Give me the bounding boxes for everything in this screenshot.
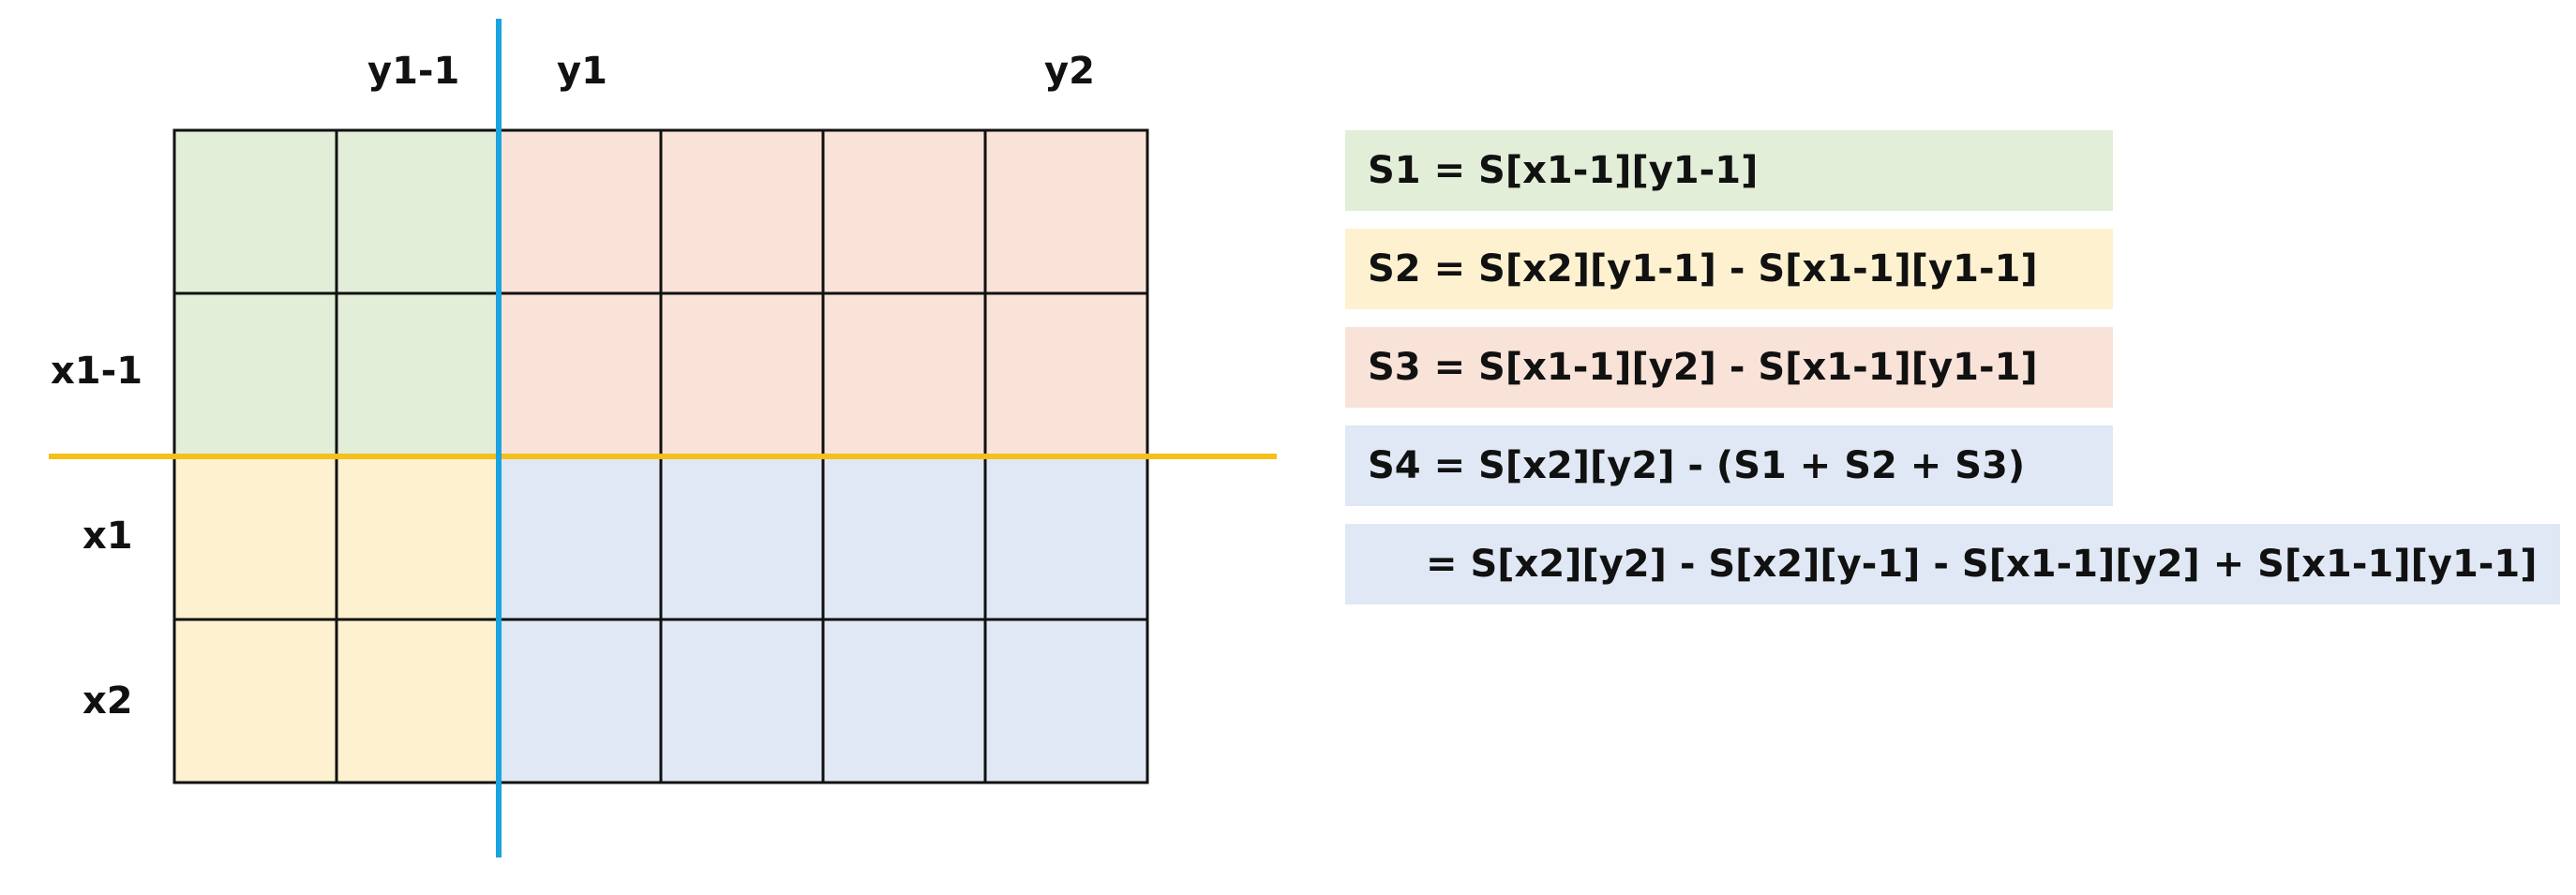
- grid-cell-s1-r1-c0: [172, 291, 338, 458]
- grid-cell-s4-r3-c5: [983, 618, 1149, 784]
- grid-cell-s3-r0-c4: [821, 128, 987, 295]
- grid-cell-s2-r2-c0: [172, 455, 338, 621]
- prefix-sum-grid-diagram: [49, 19, 1277, 858]
- grid-cell-s1-r0-c0: [172, 128, 338, 295]
- grid-cell-s4-r3-c4: [821, 618, 987, 784]
- grid-cell-s1-r1-c1: [335, 291, 501, 458]
- grid-cell-s4-r2-c5: [983, 455, 1149, 621]
- formula-s1: S1 = S[x1-1][y1-1]: [1345, 130, 2113, 211]
- formula-s4-expanded: = S[x2][y2] - S[x2][y-1] - S[x1-1][y2] +…: [1345, 524, 2560, 604]
- formula-s3: S3 = S[x1-1][y2] - S[x1-1][y1-1]: [1345, 327, 2113, 408]
- col-label-y2: y2: [1044, 50, 1095, 93]
- grid-cell-s3-r0-c3: [659, 128, 825, 295]
- grid-cell-s2-r3-c1: [335, 618, 501, 784]
- grid-cell-s3-r1-c2: [497, 291, 663, 458]
- grid-cell-s3-r1-c4: [821, 291, 987, 458]
- row-label-x1-minus-1: x1-1: [51, 350, 143, 393]
- formula-s4: S4 = S[x2][y2] - (S1 + S2 + S3): [1345, 425, 2113, 506]
- formula-s2: S2 = S[x2][y1-1] - S[x1-1][y1-1]: [1345, 229, 2113, 309]
- grid-cell-s3-r0-c5: [983, 128, 1149, 295]
- grid-cell-s4-r2-c4: [821, 455, 987, 621]
- grid-cell-s4-r2-c2: [497, 455, 663, 621]
- grid-cell-s4-r3-c2: [497, 618, 663, 784]
- col-label-y1: y1: [557, 50, 607, 93]
- grid-cell-s1-r0-c1: [335, 128, 501, 295]
- grid-cell-s2-r2-c1: [335, 455, 501, 621]
- row-label-x1: x1: [82, 515, 133, 558]
- grid-cell-s4-r2-c3: [659, 455, 825, 621]
- grid-cell-s4-r3-c3: [659, 618, 825, 784]
- grid-cell-s2-r3-c0: [172, 618, 338, 784]
- row-label-x2: x2: [82, 679, 133, 723]
- grid-cell-s3-r1-c3: [659, 291, 825, 458]
- col-label-y1-minus-1: y1-1: [367, 50, 460, 93]
- grid-cell-s3-r1-c5: [983, 291, 1149, 458]
- grid-cell-s3-r0-c2: [497, 128, 663, 295]
